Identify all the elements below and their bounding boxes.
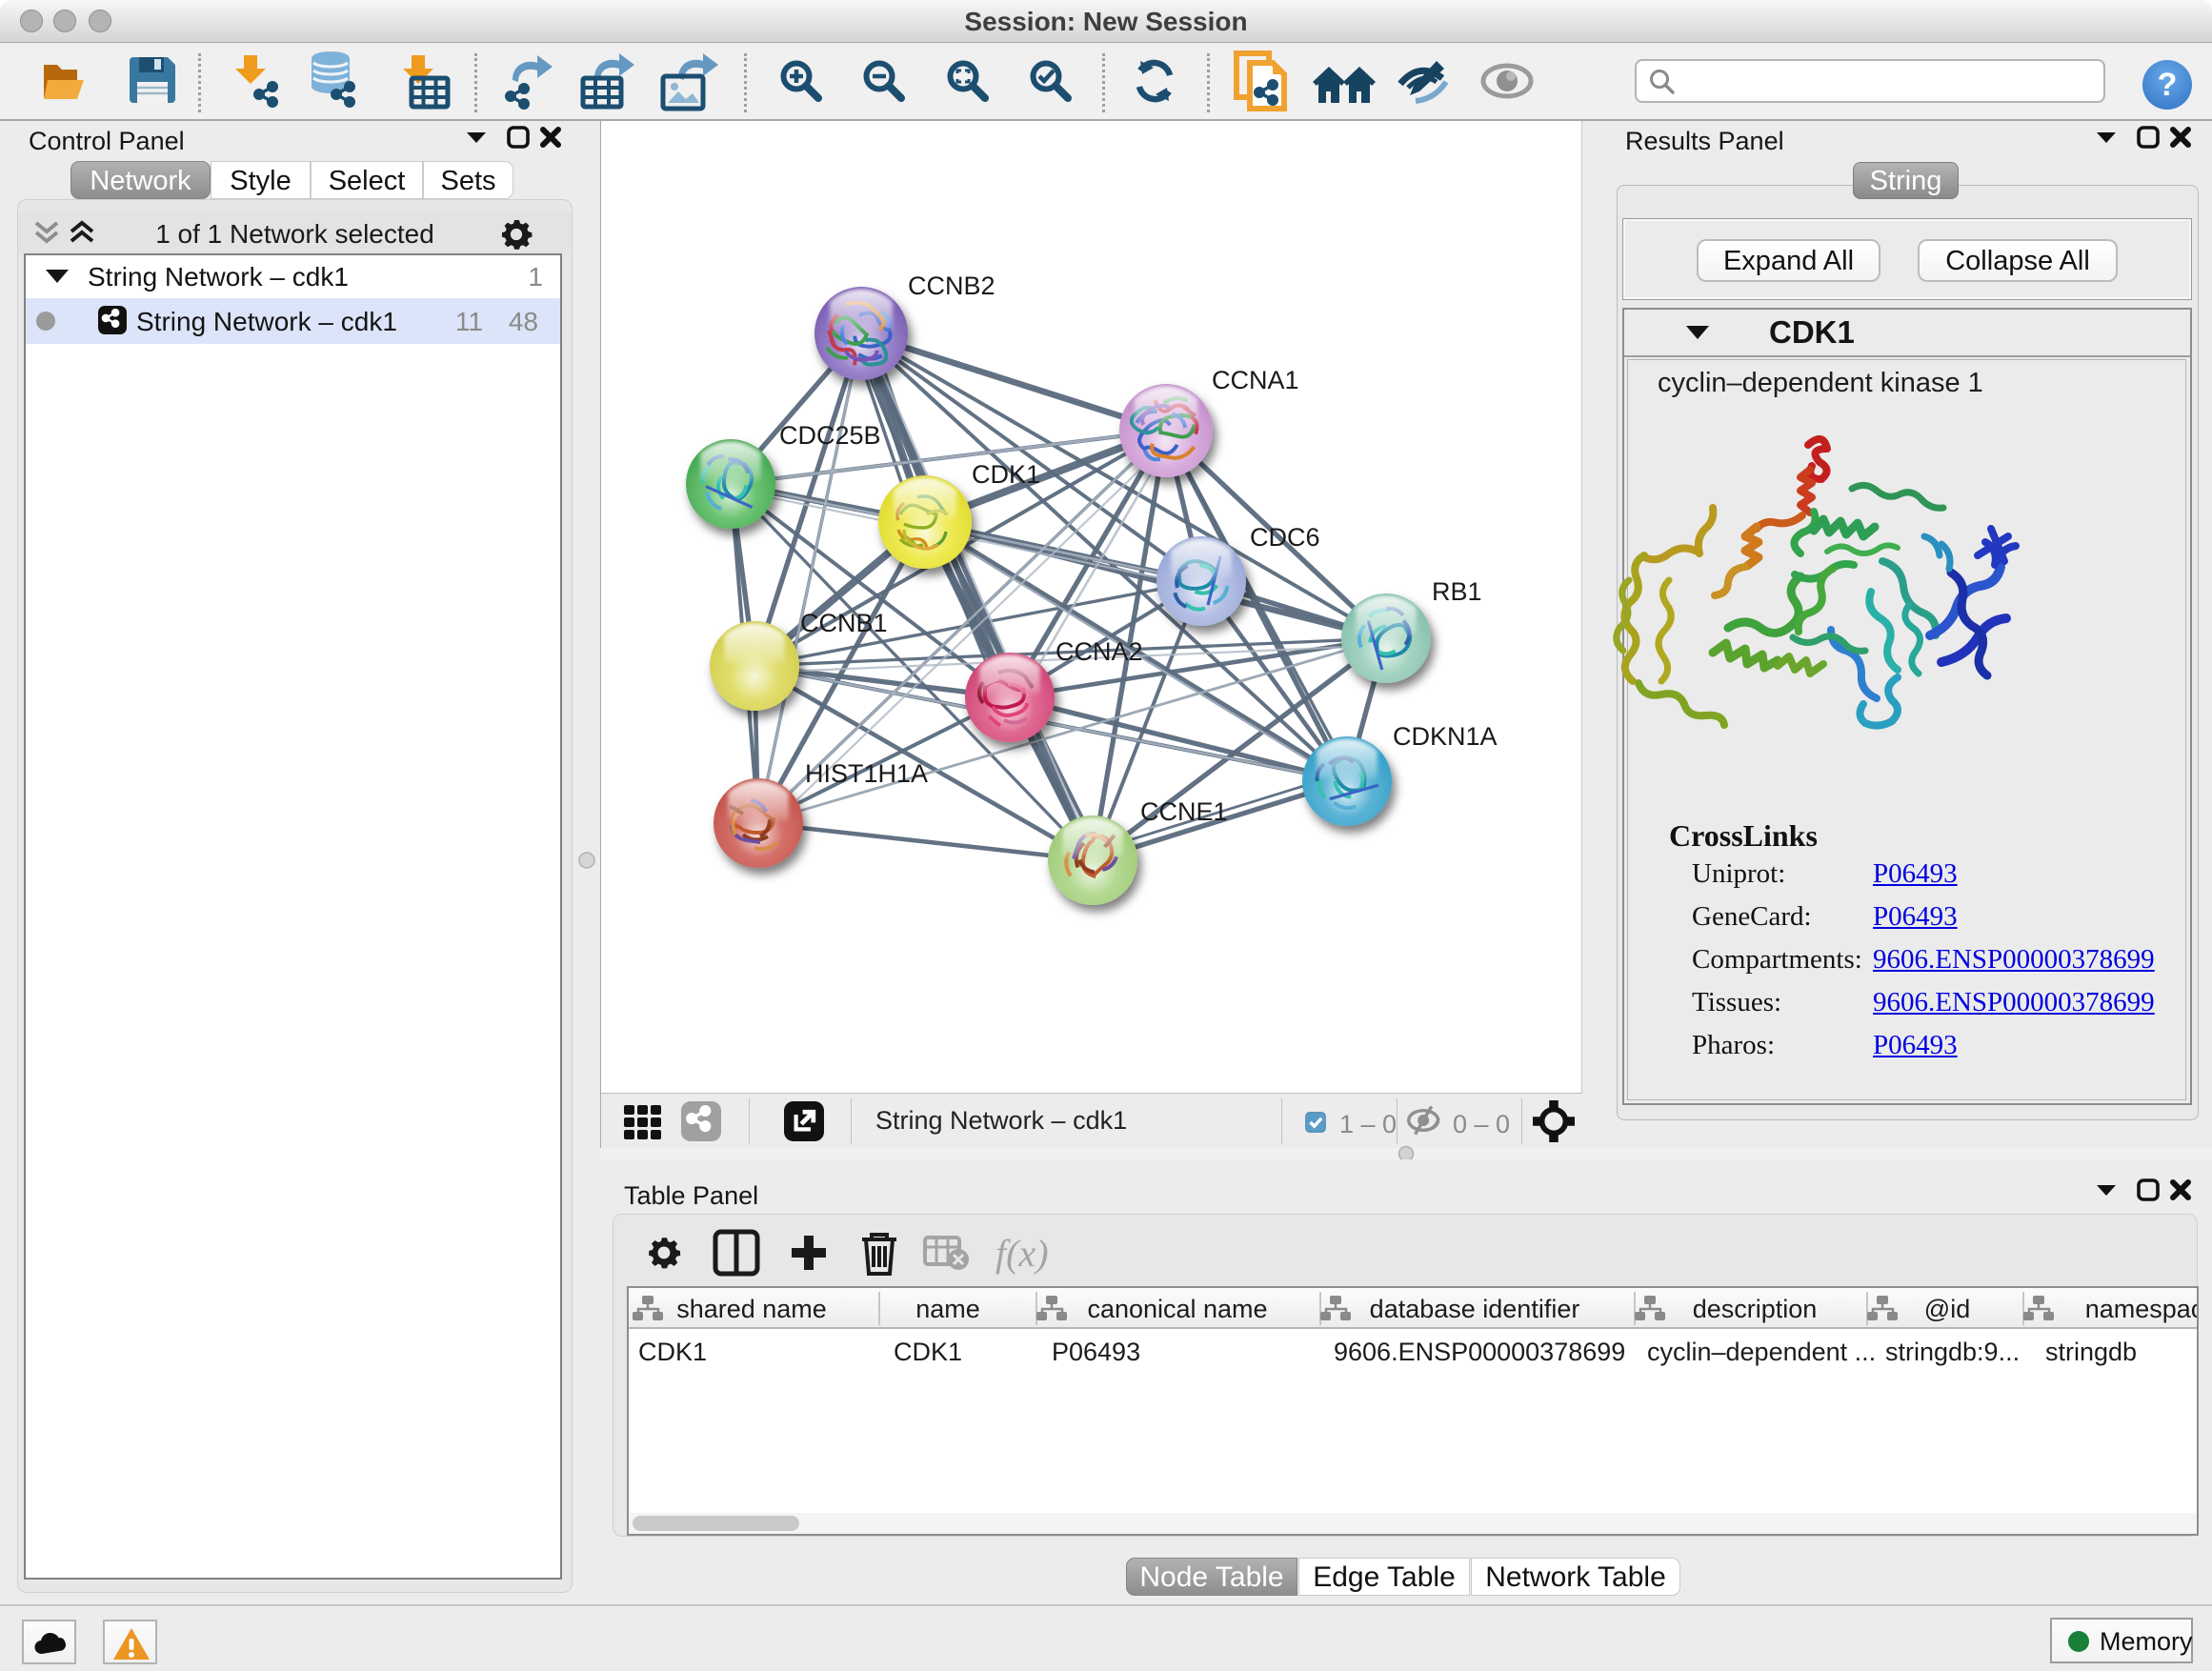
svg-text:CDK1: CDK1 [972, 460, 1040, 489]
svg-text:CDC6: CDC6 [1250, 523, 1320, 552]
svg-text:CCNE1: CCNE1 [1140, 797, 1228, 826]
svg-text:CCNA2: CCNA2 [1056, 637, 1143, 666]
svg-text:canonical name: canonical name [1087, 1295, 1267, 1323]
svg-text:namespac: namespac [2085, 1295, 2197, 1323]
svg-text:CCNB2: CCNB2 [908, 272, 995, 300]
svg-text:database identifier: database identifier [1370, 1295, 1580, 1323]
svg-text:CCNA1: CCNA1 [1212, 366, 1299, 394]
svg-text:shared name: shared name [676, 1295, 827, 1323]
svg-text:RB1: RB1 [1432, 577, 1482, 606]
svg-text:HIST1H1A: HIST1H1A [805, 759, 928, 788]
svg-text:name: name [915, 1295, 980, 1323]
svg-text:CDC25B: CDC25B [779, 421, 881, 450]
svg-text:f(x): f(x) [995, 1232, 1049, 1275]
svg-text:CCNB1: CCNB1 [800, 609, 888, 637]
svg-text:CDKN1A: CDKN1A [1393, 722, 1498, 751]
svg-text:description: description [1693, 1295, 1818, 1323]
svg-text:@id: @id [1924, 1295, 1970, 1323]
